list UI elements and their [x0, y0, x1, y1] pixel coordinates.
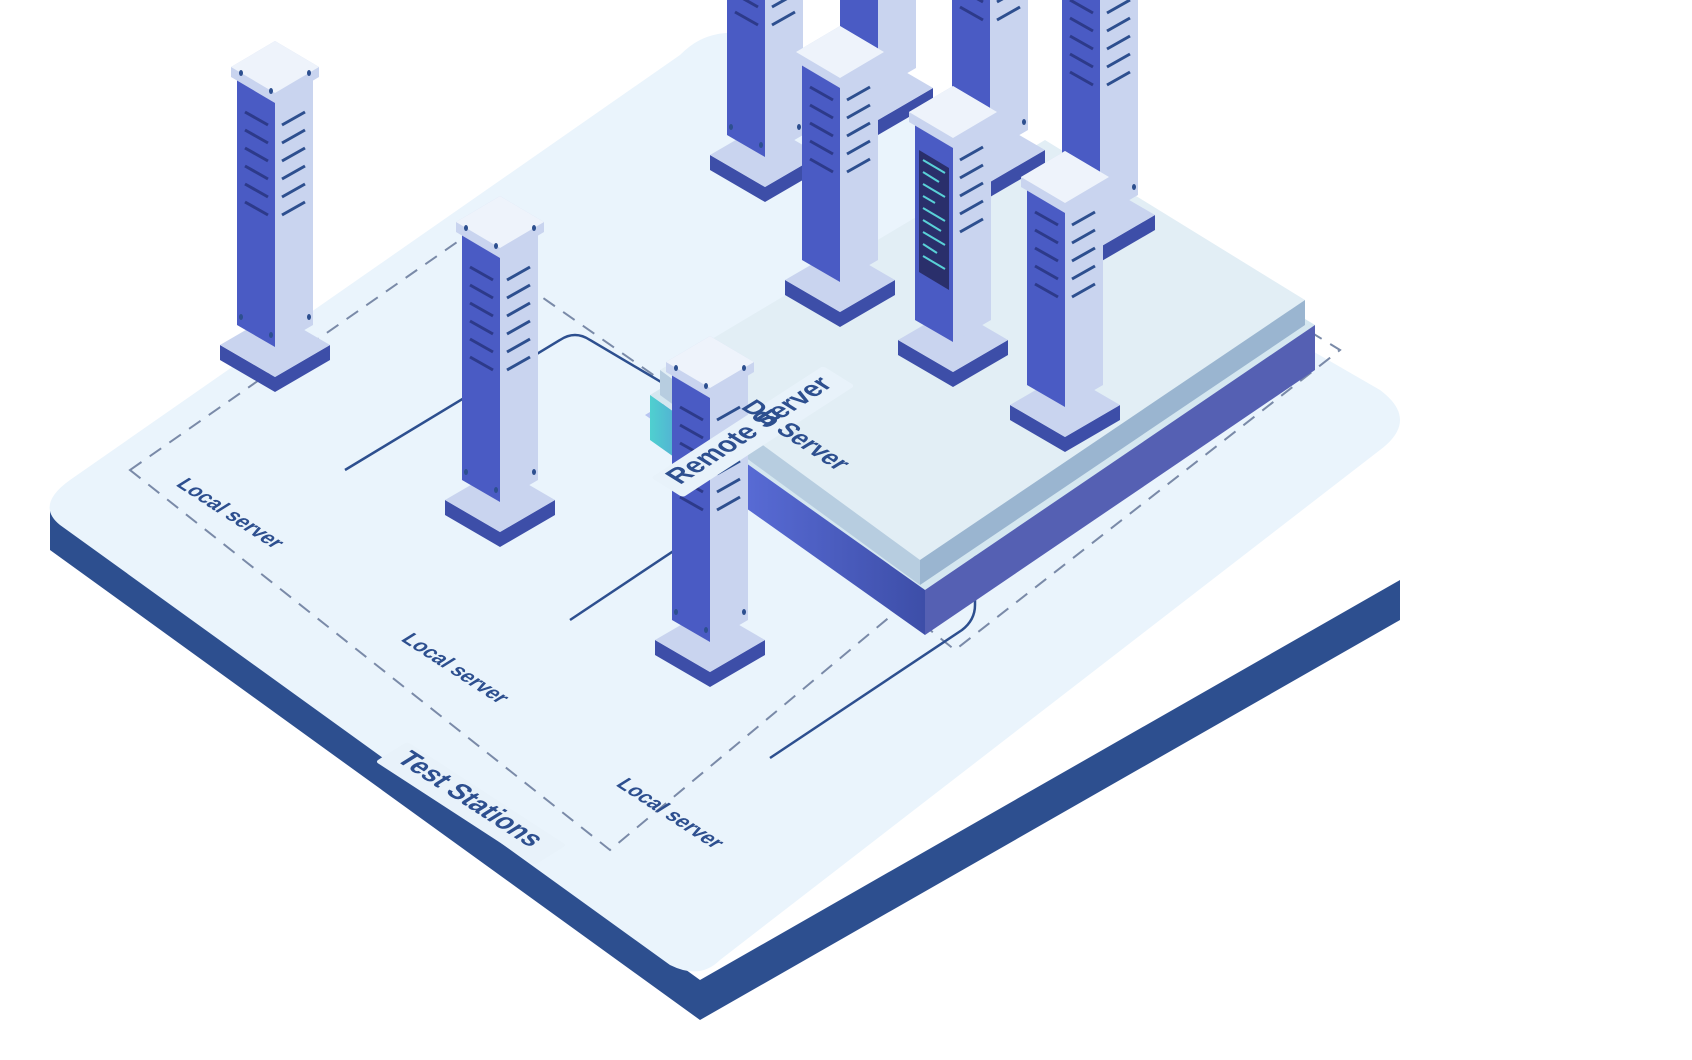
architecture-diagram: Test Stations Remote Server DB Server Lo… — [0, 0, 1692, 1060]
local-server-1 — [220, 41, 330, 392]
